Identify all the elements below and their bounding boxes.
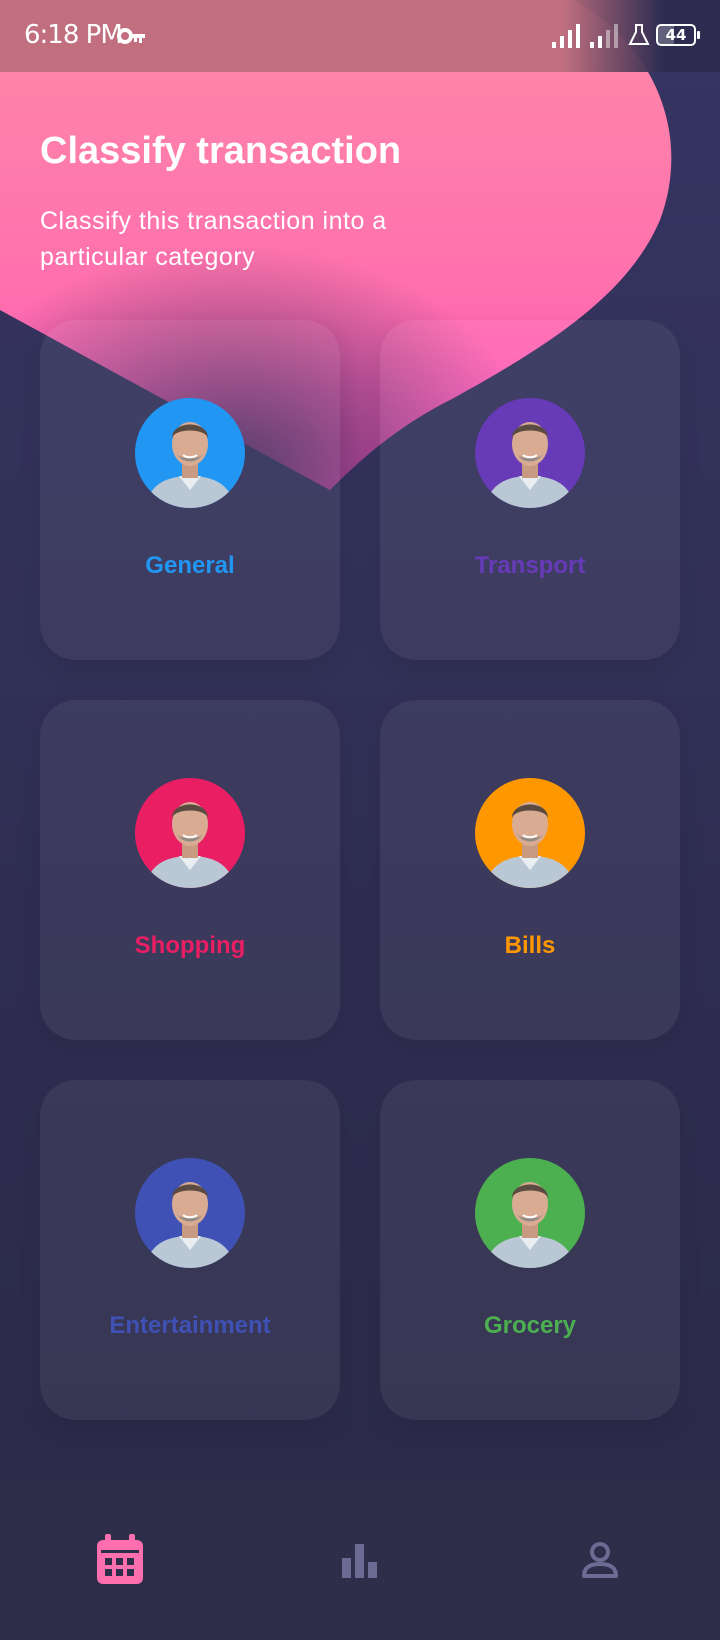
avatar: [475, 398, 585, 508]
avatar: [475, 1158, 585, 1268]
nav-stats[interactable]: [332, 1532, 388, 1588]
category-label: Shopping: [134, 932, 246, 959]
person-photo: [485, 802, 575, 888]
battery-level: 44: [665, 26, 687, 44]
category-card-general[interactable]: General: [40, 320, 340, 660]
person-photo: [145, 802, 235, 888]
person-photo: [485, 422, 575, 508]
vpn-key-icon: [117, 28, 145, 44]
flask-icon: [628, 24, 650, 45]
category-label: Bills: [504, 932, 556, 959]
bar-chart-icon: [342, 1544, 377, 1578]
category-label: Grocery: [483, 1312, 577, 1339]
signal-weak-icon: [590, 24, 618, 48]
avatar: [135, 398, 245, 508]
person-photo: [485, 1182, 575, 1268]
category-label: Transport: [474, 552, 586, 579]
status-bar: 6:18 PM 44: [0, 0, 720, 72]
category-card-bills[interactable]: Bills: [380, 700, 680, 1040]
calendar-icon: [97, 1534, 143, 1584]
category-card-entertainment[interactable]: Entertainment: [40, 1080, 340, 1420]
page-title: Classify transaction: [40, 130, 402, 172]
signal-icon: [552, 24, 580, 48]
category-card-grocery[interactable]: Grocery: [380, 1080, 680, 1420]
category-grid: General Transport Shopping Bills Enterta…: [40, 320, 680, 1420]
person-photo: [145, 422, 235, 508]
bottom-navigation: [0, 1480, 720, 1640]
status-time: 6:18 PM: [24, 20, 123, 50]
person-photo: [145, 1182, 235, 1268]
category-card-shopping[interactable]: Shopping: [40, 700, 340, 1040]
nav-profile[interactable]: [572, 1532, 628, 1588]
status-icons: 44: [552, 22, 700, 48]
avatar: [475, 778, 585, 888]
avatar: [135, 1158, 245, 1268]
page-header: Classify transaction Classify this trans…: [40, 130, 500, 275]
person-icon: [582, 1542, 618, 1578]
page-subtitle: Classify this transaction into a particu…: [40, 207, 387, 271]
avatar: [135, 778, 245, 888]
battery-indicator: 44: [656, 24, 700, 46]
category-label: Entertainment: [109, 1312, 271, 1339]
category-label: General: [145, 552, 235, 579]
category-card-transport[interactable]: Transport: [380, 320, 680, 660]
nav-calendar[interactable]: [92, 1532, 148, 1588]
